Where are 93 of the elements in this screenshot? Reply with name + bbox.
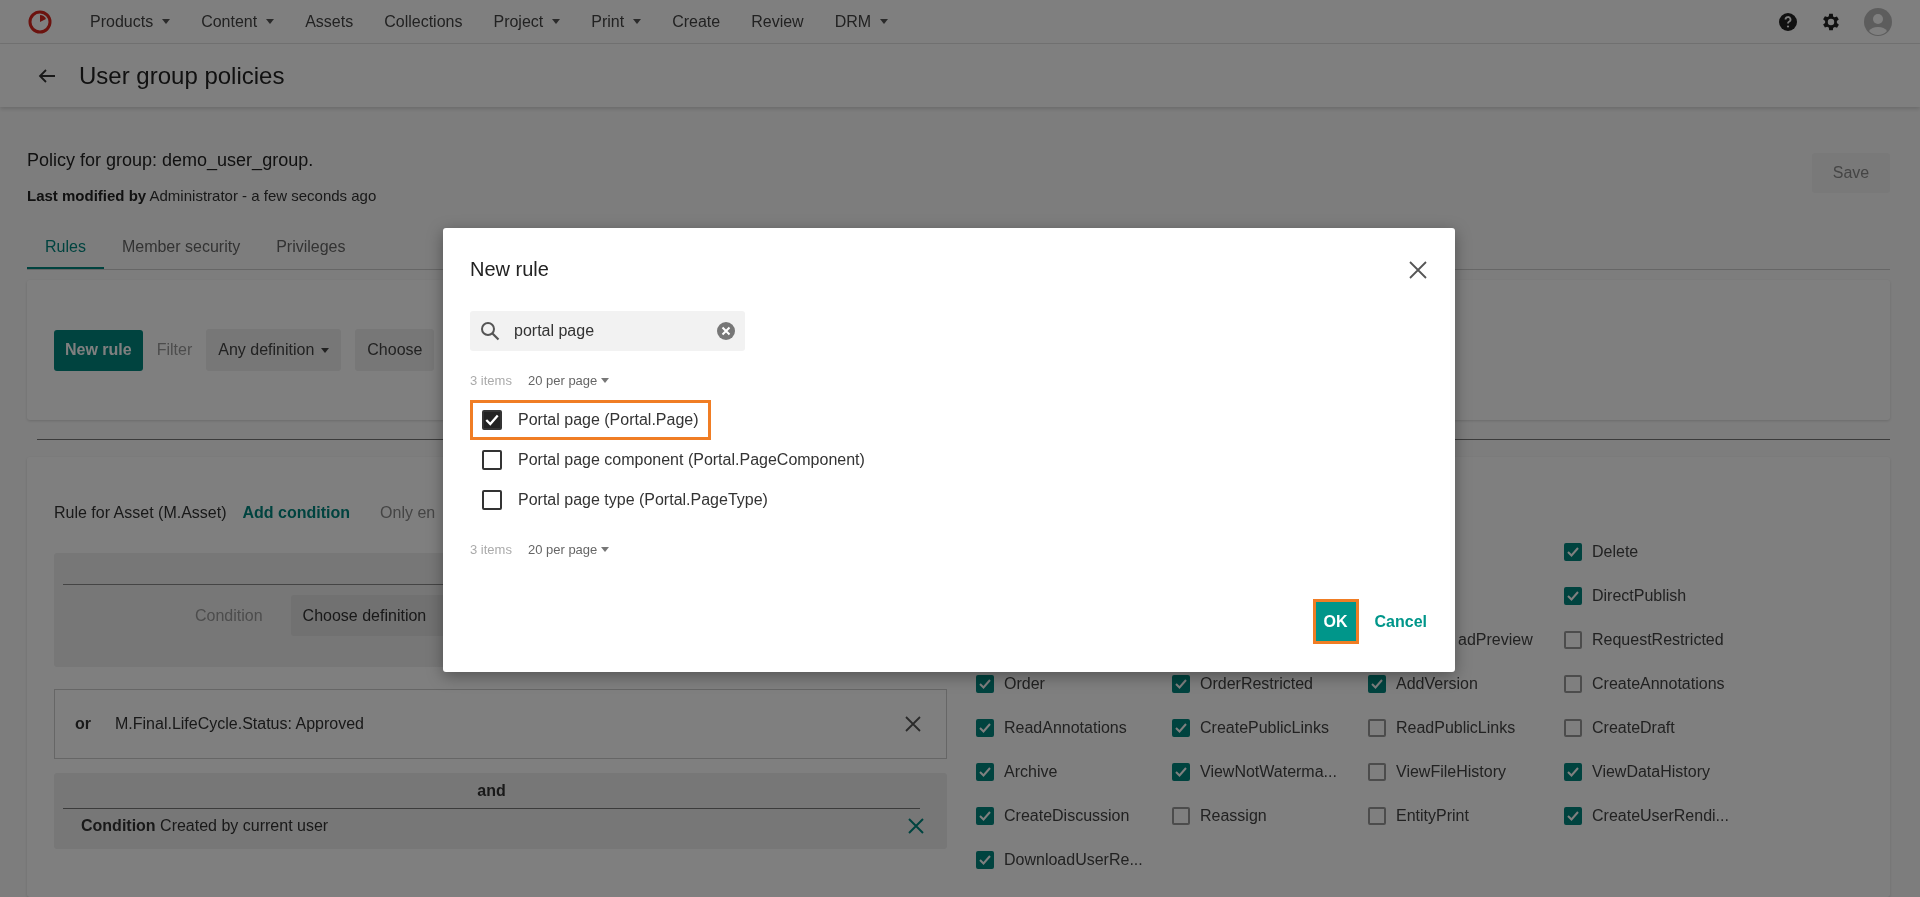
highlighted-option[interactable]: Portal page (Portal.Page) xyxy=(470,400,711,440)
per-page-dropdown[interactable]: 20 per page xyxy=(527,373,610,388)
option-checkbox[interactable] xyxy=(482,490,502,510)
tab[interactable]: Privileges xyxy=(258,238,364,269)
option-checkbox[interactable] xyxy=(482,410,502,430)
permission-label: ReadAnnotations xyxy=(1004,719,1127,737)
clear-icon[interactable] xyxy=(717,322,735,340)
search-input[interactable]: portal page xyxy=(512,321,705,341)
permission-label: DirectPublish xyxy=(1592,587,1687,605)
option-row[interactable]: Portal page component (Portal.PageComponent) xyxy=(470,440,877,480)
search-icon xyxy=(480,321,500,341)
item-count: 3 items xyxy=(470,542,512,557)
permission-checkbox[interactable] xyxy=(1368,675,1386,693)
operator-label: and xyxy=(63,773,920,809)
option-row[interactable]: Portal page type (Portal.PageType) xyxy=(470,480,780,520)
rule-title: Rule for Asset (M.Asset) xyxy=(54,504,227,522)
option-checkbox[interactable] xyxy=(482,450,502,470)
permission-label: Order xyxy=(1004,675,1045,693)
permission-label: AddVersion xyxy=(1396,675,1478,693)
caret-icon xyxy=(601,378,610,383)
nav-menu-item[interactable]: Create xyxy=(672,12,721,31)
permission-label: Reassign xyxy=(1200,807,1267,825)
search-field[interactable]: portal page xyxy=(470,311,745,351)
nav-menu-item[interactable]: Collections xyxy=(384,12,463,31)
choose-dropdown[interactable]: Choose xyxy=(355,329,435,371)
permission-checkbox[interactable] xyxy=(1564,719,1582,737)
permission-checkbox[interactable] xyxy=(1172,807,1190,825)
cancel-button[interactable]: Cancel xyxy=(1374,612,1427,631)
permission-checkbox[interactable] xyxy=(1564,631,1582,649)
permission-label: ViewNotWaterma... xyxy=(1200,763,1337,781)
nav-menu-item[interactable]: Print xyxy=(591,12,642,31)
permission-checkbox[interactable] xyxy=(1368,807,1386,825)
add-condition-link[interactable]: Add condition xyxy=(242,504,351,522)
ok-button[interactable]: OK xyxy=(1312,599,1359,644)
permission-checkbox[interactable] xyxy=(1564,543,1582,561)
option-label: Portal page type (Portal.PageType) xyxy=(518,491,768,509)
permission-checkbox[interactable] xyxy=(1368,763,1386,781)
permission-checkbox[interactable] xyxy=(1564,675,1582,693)
hint-text: Only en xyxy=(380,504,436,522)
permission-label: adPreview xyxy=(1457,631,1533,649)
caret-icon xyxy=(321,347,330,353)
close-icon[interactable] xyxy=(905,716,921,732)
item-count: 3 items xyxy=(470,373,512,388)
permission-label: CreateDraft xyxy=(1592,719,1675,737)
permission-label: Delete xyxy=(1592,543,1639,561)
page-title: User group policies xyxy=(79,61,285,90)
nav-menu-item[interactable]: DRM xyxy=(834,12,889,31)
permission-checkbox[interactable] xyxy=(1172,719,1190,737)
operator-label: or xyxy=(75,715,91,733)
dialog-title: New rule xyxy=(470,258,549,281)
permission-checkbox[interactable] xyxy=(976,807,994,825)
permission-label: ViewFileHistory xyxy=(1396,763,1506,781)
permission-checkbox[interactable] xyxy=(1368,719,1386,737)
permission-label: CreateUserRendi... xyxy=(1592,807,1729,825)
nav-menu-item[interactable]: Content xyxy=(201,12,275,31)
permission-label: OrderRestricted xyxy=(1200,675,1313,693)
option-label: Portal page component (Portal.PageComponent) xyxy=(518,451,865,469)
tab[interactable]: Rules xyxy=(27,238,104,269)
permission-checkbox[interactable] xyxy=(976,719,994,737)
permission-label: CreatePublicLinks xyxy=(1200,719,1329,737)
permission-label: ReadPublicLinks xyxy=(1396,719,1516,737)
per-page-dropdown[interactable]: 20 per page xyxy=(527,542,610,557)
permission-label: Archive xyxy=(1004,763,1058,781)
permission-checkbox[interactable] xyxy=(976,763,994,781)
permission-label: CreateAnnotations xyxy=(1592,675,1725,693)
condition-text: M.Final.LifeCycle.Status: Approved xyxy=(115,715,365,733)
permission-label: ViewDataHistory xyxy=(1592,763,1710,781)
permission-label: CreateDiscussion xyxy=(1004,807,1130,825)
permission-checkbox[interactable] xyxy=(1564,587,1582,605)
permission-checkbox[interactable] xyxy=(1564,807,1582,825)
permission-checkbox[interactable] xyxy=(1172,763,1190,781)
help-icon[interactable] xyxy=(1778,11,1798,32)
logo-icon[interactable] xyxy=(28,9,52,34)
condition-text: Condition Created by current user xyxy=(81,817,329,835)
definition-dropdown[interactable]: Any definition xyxy=(206,329,342,371)
permission-checkbox[interactable] xyxy=(1172,675,1190,693)
permission-label: DownloadUserRe... xyxy=(1004,851,1143,869)
policy-heading: Policy for group: demo_user_group. xyxy=(27,150,315,171)
tab[interactable]: Member security xyxy=(103,238,259,269)
permission-checkbox[interactable] xyxy=(1564,763,1582,781)
permission-label: EntityPrint xyxy=(1396,807,1469,825)
nav-menu-item[interactable]: Products xyxy=(90,12,171,31)
close-icon[interactable] xyxy=(1409,260,1427,279)
last-modified-text: Last modified by Administrator - a few seconds ago xyxy=(27,187,377,204)
permission-checkbox[interactable] xyxy=(976,851,994,869)
option-label: Portal page (Portal.Page) xyxy=(518,411,699,429)
nav-menu-item[interactable]: Assets xyxy=(305,12,354,31)
permission-checkbox[interactable] xyxy=(976,675,994,693)
new-rule-button[interactable]: New rule xyxy=(54,329,143,371)
nav-menu-item[interactable]: Review xyxy=(751,12,804,31)
avatar-icon[interactable] xyxy=(1864,7,1892,36)
nav-menu-item[interactable]: Project xyxy=(493,12,561,31)
permission-label: RequestRestricted xyxy=(1592,631,1724,649)
